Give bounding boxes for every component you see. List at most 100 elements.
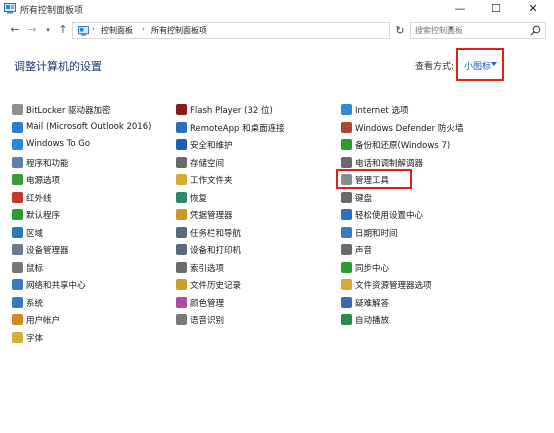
power-icon — [12, 174, 23, 185]
indexing-icon — [176, 262, 187, 273]
item-label: 文件历史记录 — [190, 281, 242, 291]
printer-icon — [176, 244, 187, 255]
autoplay-icon — [341, 314, 352, 325]
item-label: 鼠标 — [26, 264, 44, 274]
minimize-button[interactable]: — — [442, 0, 478, 18]
item-label: 区域 — [26, 229, 44, 239]
item-label: 同步中心 — [355, 264, 390, 274]
search-box[interactable] — [410, 22, 546, 39]
item-label: 声音 — [355, 246, 373, 256]
breadcrumb-separator: › — [92, 25, 95, 33]
item-label: RemoteApp 和桌面连接 — [190, 124, 285, 134]
item-label: Mail (Microsoft Outlook 2016) — [26, 122, 152, 132]
item-label: Windows To Go — [26, 139, 91, 149]
programs-icon — [12, 157, 23, 168]
color-management-icon — [176, 297, 187, 308]
address-bar[interactable]: › 控制面板 › 所有控制面板项 ▾ — [72, 22, 453, 39]
network-icon — [12, 279, 23, 290]
breadcrumb-all-items[interactable]: 所有控制面板项 — [151, 25, 207, 36]
default-programs-icon — [12, 209, 23, 220]
user-accounts-icon — [12, 314, 23, 325]
file-history-icon — [176, 279, 187, 290]
item-label: 程序和功能 — [26, 159, 69, 169]
item-label: Windows Defender 防火墙 — [355, 124, 464, 134]
item-label: 红外线 — [26, 194, 52, 204]
item-label: 设备管理器 — [26, 246, 69, 256]
sound-icon — [341, 244, 352, 255]
item-label: 恢复 — [190, 194, 208, 204]
view-by-dropdown[interactable]: 小图标 — [464, 59, 491, 72]
breadcrumb-separator: › — [142, 25, 145, 33]
internet-options-icon — [341, 104, 352, 115]
troubleshooting-icon — [341, 297, 352, 308]
phone-icon — [341, 157, 352, 168]
item-label: Internet 选项 — [355, 106, 409, 116]
item-label: 语音识别 — [190, 316, 225, 326]
item-label: 系统 — [26, 299, 44, 309]
item-label: 字体 — [26, 334, 44, 344]
item-label: 任务栏和导航 — [190, 229, 242, 239]
window-title: 所有控制面板项 — [20, 6, 84, 16]
bitlocker-icon — [12, 104, 23, 115]
admin-tools-highlight — [336, 169, 412, 189]
keyboard-icon — [341, 192, 352, 203]
flash-icon — [176, 104, 187, 115]
back-button[interactable]: ← — [7, 22, 23, 38]
system-icon — [12, 297, 23, 308]
page-title: 调整计算机的设置 — [14, 60, 102, 73]
maximize-button[interactable]: ☐ — [478, 0, 514, 18]
speech-icon — [176, 314, 187, 325]
recovery-icon — [176, 192, 187, 203]
up-button[interactable]: ↑ — [55, 22, 71, 38]
title-bar: 所有控制面板项 — ☐ ✕ — [0, 0, 554, 18]
recent-locations-button[interactable]: ▾ — [40, 22, 56, 38]
item-label: 安全和维护 — [190, 141, 233, 151]
item-label: 用户帐户 — [26, 316, 61, 326]
view-by-label: 查看方式: — [415, 62, 455, 72]
item-label: 默认程序 — [26, 211, 61, 221]
security-flag-icon — [176, 139, 187, 150]
item-label: BitLocker 驱动器加密 — [26, 106, 111, 116]
item-label: 颜色管理 — [190, 299, 225, 309]
work-folders-icon — [176, 174, 187, 185]
control-panel-window: 所有控制面板项 — ☐ ✕ ← → ▾ ↑ › 控制面板 › 所有控制面板项 ▾… — [0, 0, 554, 433]
refresh-button[interactable]: ↻ — [392, 22, 408, 39]
storage-icon — [176, 157, 187, 168]
region-icon — [12, 227, 23, 238]
item-label: 网络和共享中心 — [26, 281, 86, 291]
mouse-icon — [12, 262, 23, 273]
navigation-bar: ← → ▾ ↑ › 控制面板 › 所有控制面板项 ▾ ↻ — [0, 20, 554, 42]
item-label: 设备和打印机 — [190, 246, 242, 256]
ease-of-access-icon — [341, 209, 352, 220]
fonts-icon — [12, 332, 23, 343]
sync-center-icon — [341, 262, 352, 273]
item-label: 凭据管理器 — [190, 211, 233, 221]
item-label: 轻松使用设置中心 — [355, 211, 424, 221]
search-input[interactable] — [415, 24, 525, 37]
close-button[interactable]: ✕ — [515, 0, 551, 18]
breadcrumb-control-panel[interactable]: 控制面板 — [101, 25, 133, 36]
item-label: 文件资源管理器选项 — [355, 281, 432, 291]
remoteapp-icon — [176, 122, 187, 133]
item-label: 键盘 — [355, 194, 373, 204]
item-label: 电话和调制解调器 — [355, 159, 424, 169]
device-manager-icon — [12, 244, 23, 255]
control-panel-icon — [4, 3, 16, 14]
infrared-icon — [12, 192, 23, 203]
item-label: 自动播放 — [355, 316, 390, 326]
firewall-icon — [341, 122, 352, 133]
item-label: 电源选项 — [26, 176, 61, 186]
item-label: 索引选项 — [190, 264, 225, 274]
control-panel-icon — [78, 26, 89, 36]
search-icon[interactable] — [530, 25, 541, 36]
date-time-icon — [341, 227, 352, 238]
chevron-down-icon[interactable] — [491, 62, 497, 66]
folder-options-icon — [341, 279, 352, 290]
credential-icon — [176, 209, 187, 220]
item-label: 日期和时间 — [355, 229, 398, 239]
item-label: 工作文件夹 — [190, 176, 233, 186]
forward-button[interactable]: → — [24, 22, 40, 38]
windows-to-go-icon — [12, 139, 23, 150]
taskbar-icon — [176, 227, 187, 238]
mail-icon — [12, 122, 23, 133]
